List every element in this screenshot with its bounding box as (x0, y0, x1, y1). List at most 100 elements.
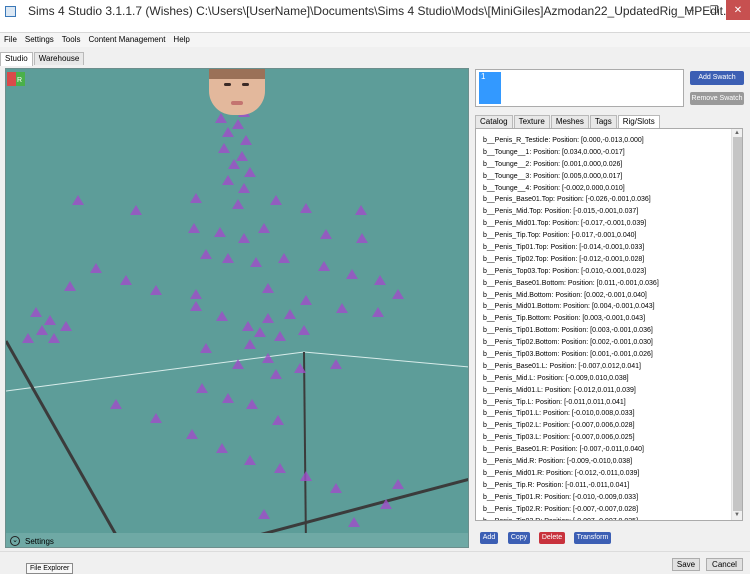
tab-tags[interactable]: Tags (589, 115, 617, 128)
tab-studio[interactable]: Studio (0, 52, 33, 66)
chevron-down-icon[interactable]: ⌄ (10, 536, 20, 546)
bone-marker (110, 399, 122, 409)
slot-row[interactable]: b__Penis_Tip01.L: Position: [-0.010,0.00… (483, 408, 731, 420)
slot-row[interactable]: b__Penis_Base01.Bottom: Position: [0.011… (483, 278, 731, 290)
menu-file[interactable]: File (0, 33, 21, 47)
settings-bar[interactable]: ⌄ Settings (6, 533, 468, 547)
scroll-up-icon[interactable]: ▲ (734, 130, 740, 136)
side-tabs: Catalog Texture Meshes Tags Rig/Slots (475, 115, 661, 129)
bone-marker (200, 249, 212, 259)
slot-row[interactable]: b__Penis_Mid01.L: Position: [-0.012,0.01… (483, 385, 731, 397)
bone-marker (346, 269, 358, 279)
scroll-down-icon[interactable]: ▼ (734, 512, 740, 518)
menu-settings[interactable]: Settings (21, 33, 58, 47)
bone-marker (188, 223, 200, 233)
copy-button[interactable]: Copy (508, 532, 530, 544)
slot-row[interactable]: b__Penis_Tip02.Top: Position: [-0.012,-0… (483, 254, 731, 266)
slot-row[interactable]: b__Penis_Tip01.Bottom: Position: [0.003,… (483, 325, 731, 337)
bone-marker (44, 315, 56, 325)
floor-grid-line (303, 351, 307, 547)
scrollbar[interactable]: ▲ ▼ (731, 129, 742, 520)
slot-row[interactable]: b__Penis_R_Testicle: Position: [0.000,-0… (483, 135, 731, 147)
add-button[interactable]: Add (480, 532, 498, 544)
delete-button[interactable]: Delete (539, 532, 565, 544)
bone-marker (244, 455, 256, 465)
bone-marker (120, 275, 132, 285)
bone-marker (356, 233, 368, 243)
slot-row[interactable]: b__Penis_Tip.Bottom: Position: [0.003,-0… (483, 313, 731, 325)
tab-catalog[interactable]: Catalog (475, 115, 513, 128)
slot-row[interactable]: b__Penis_Tip.L: Position: [-0.011,0.011,… (483, 397, 731, 409)
add-swatch-button[interactable]: Add Swatch (690, 71, 744, 85)
bone-marker (238, 233, 250, 243)
minimize-icon[interactable]: ‒ (680, 0, 702, 20)
bone-marker (150, 285, 162, 295)
bone-marker (300, 295, 312, 305)
maximize-icon[interactable]: ❐ (703, 0, 725, 20)
slot-row[interactable]: b__Penis_Tip.R: Position: [-0.011,-0.011… (483, 480, 731, 492)
slot-row[interactable]: b__Penis_Mid01.Top: Position: [-0.017,-0… (483, 218, 731, 230)
transform-button[interactable]: Transform (574, 532, 611, 544)
bone-marker (64, 281, 76, 291)
bone-marker (270, 195, 282, 205)
bone-marker (274, 463, 286, 473)
save-button[interactable]: Save (672, 558, 700, 571)
slot-row[interactable]: b__Penis_Tip02.Bottom: Position: [0.002,… (483, 337, 731, 349)
remove-swatch-button[interactable]: Remove Swatch (690, 92, 744, 105)
slot-row[interactable]: b__Penis_Tip03.L: Position: [-0.007,0.00… (483, 432, 731, 444)
menu-help[interactable]: Help (169, 33, 193, 47)
bone-marker (274, 331, 286, 341)
slot-row[interactable]: b__Penis_Mid.Top: Position: [-0.015,-0.0… (483, 206, 731, 218)
menu-content-management[interactable]: Content Management (84, 33, 169, 47)
slot-row[interactable]: b__Penis_Mid01.R: Position: [-0.012,-0.0… (483, 468, 731, 480)
orientation-gizmo-icon[interactable]: R (6, 69, 26, 89)
bone-marker (196, 383, 208, 393)
cancel-button[interactable]: Cancel (706, 558, 743, 571)
tab-meshes[interactable]: Meshes (550, 115, 589, 128)
slot-row[interactable]: b__Penis_Tip.Top: Position: [-0.017,-0.0… (483, 230, 731, 242)
bone-marker (48, 333, 60, 343)
tab-rig-slots[interactable]: Rig/Slots (617, 115, 660, 129)
slot-row[interactable]: b__Tounge__4: Position: [-0.002,0.000,0.… (483, 183, 731, 195)
slot-list-panel: b__Penis_R_Testicle: Position: [0.000,-0… (475, 128, 743, 521)
slot-row[interactable]: b__Penis_Tip03.Bottom: Position: [0.001,… (483, 349, 731, 361)
swatch-item[interactable]: 1 (479, 72, 501, 104)
3d-viewport[interactable]: R ⌄ Settings (5, 68, 469, 548)
swatch-list[interactable]: 1 (475, 69, 684, 107)
settings-label[interactable]: Settings (25, 537, 54, 546)
bone-marker (336, 303, 348, 313)
slot-row[interactable]: b__Penis_Tip03.R: Position: [-0.007,-0.0… (483, 516, 731, 521)
slot-row[interactable]: b__Penis_Base01.L: Position: [-0.007,0.0… (483, 361, 731, 373)
slot-row[interactable]: b__Penis_Mid01.Bottom: Position: [0.004,… (483, 301, 731, 313)
slot-row[interactable]: b__Penis_Mid.Bottom: Position: [0.002,-0… (483, 290, 731, 302)
slot-row[interactable]: b__Penis_Tip01.R: Position: [-0.010,-0.0… (483, 492, 731, 504)
bone-marker (258, 223, 270, 233)
app-icon (5, 6, 16, 17)
slot-row[interactable]: b__Penis_Mid.R: Position: [-0.009,-0.010… (483, 456, 731, 468)
slot-row[interactable]: b__Tounge__1: Position: [0.034,0.000,-0.… (483, 147, 731, 159)
slot-row[interactable]: b__Penis_Mid.L: Position: [-0.009,0.010,… (483, 373, 731, 385)
bone-marker (200, 343, 212, 353)
bone-marker (262, 283, 274, 293)
close-icon[interactable]: ✕ (726, 0, 750, 20)
slot-row[interactable]: b__Tounge__2: Position: [0.001,0.000,0.0… (483, 159, 731, 171)
menu-tools[interactable]: Tools (58, 33, 85, 47)
slot-row[interactable]: b__Penis_Tip02.R: Position: [-0.007,-0.0… (483, 504, 731, 516)
bone-marker (60, 321, 72, 331)
slot-row[interactable]: b__Tounge__3: Position: [0.005,0.000,0.0… (483, 171, 731, 183)
slot-row[interactable]: b__Penis_Base01.R: Position: [-0.007,-0.… (483, 444, 731, 456)
tab-texture[interactable]: Texture (513, 115, 550, 128)
slot-row[interactable]: b__Penis_Base01.Top: Position: [-0.026,-… (483, 194, 731, 206)
slot-row[interactable]: b__Penis_Tip02.L: Position: [-0.007,0.00… (483, 420, 731, 432)
bone-marker (330, 483, 342, 493)
gizmo-label: R (17, 77, 22, 84)
tab-warehouse[interactable]: Warehouse (33, 52, 85, 65)
bone-marker (236, 151, 248, 161)
bone-marker (72, 195, 84, 205)
slot-row[interactable]: b__Penis_Top03.Top: Position: [-0.010,-0… (483, 266, 731, 278)
rig-scene[interactable] (6, 69, 469, 548)
bone-marker (258, 509, 270, 519)
bone-marker (348, 517, 360, 527)
slot-row[interactable]: b__Penis_Tip01.Top: Position: [-0.014,-0… (483, 242, 731, 254)
scroll-thumb[interactable] (733, 137, 742, 511)
